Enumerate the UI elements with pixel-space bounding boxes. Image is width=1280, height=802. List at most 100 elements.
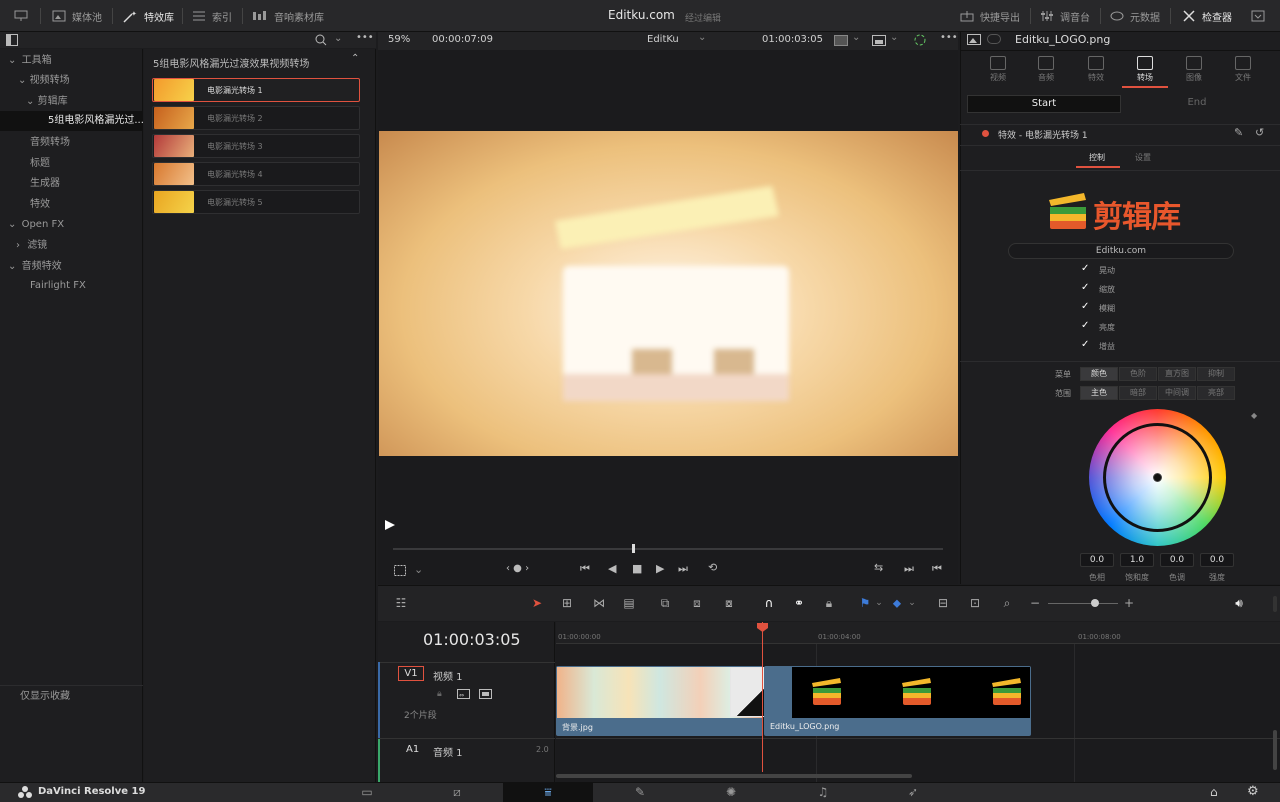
a1-track-tag[interactable]: A1 — [406, 744, 419, 755]
page-media-icon[interactable]: ▭ — [322, 782, 412, 802]
end-button[interactable]: End — [1122, 95, 1272, 113]
metadata-button[interactable]: 元数据 — [1110, 0, 1160, 32]
output-icon[interactable] — [872, 35, 886, 46]
segment-option[interactable]: 颜色 — [1080, 367, 1118, 381]
media-pool-button[interactable]: 媒体池 — [52, 0, 102, 32]
tree-selected-pack[interactable]: 5组电影风格漏光过... — [0, 111, 143, 131]
track-visibility-icon[interactable] — [479, 689, 492, 699]
zoom-slider[interactable] — [1048, 603, 1118, 604]
lock-icon[interactable]: 🔒︎ — [820, 596, 838, 610]
tree-audio-transitions[interactable]: 音频转场 — [0, 133, 143, 153]
tree-toolbox[interactable]: ⌄ 工具箱 — [0, 51, 143, 71]
wheel-handle[interactable] — [1153, 473, 1162, 482]
checkbox[interactable]: ✓ — [1081, 264, 1091, 274]
wheel-value-field[interactable]: 1.0 — [1120, 553, 1154, 567]
tree-effects[interactable]: 特效 — [0, 195, 143, 215]
tree-open-fx[interactable]: ⌄ Open FX — [0, 215, 143, 235]
reset-icon[interactable]: ↺ — [1255, 126, 1264, 139]
horizontal-scrollbar[interactable] — [556, 774, 912, 778]
timeline-name[interactable]: EditKu — [647, 34, 679, 45]
prev-edit-icon[interactable]: ⏮ — [932, 562, 942, 576]
play-marker-icon[interactable] — [385, 520, 395, 530]
quick-export-button[interactable]: 快捷导出 — [960, 0, 1020, 32]
zoom-custom-icon[interactable]: ⌕ — [998, 596, 1016, 610]
zoom-full-icon[interactable]: ⊟ — [934, 596, 952, 610]
effect-enable-dot[interactable] — [982, 130, 989, 137]
overwrite-clip-icon[interactable]: ⧈ — [688, 596, 706, 610]
page-color-icon[interactable]: ✺ — [686, 782, 776, 802]
tree-fairlight-fx[interactable]: Fairlight FX — [0, 276, 143, 296]
scrubber-track[interactable] — [393, 548, 943, 550]
panel-toggle-icon[interactable] — [6, 34, 18, 46]
zoom-detail-icon[interactable]: ⊡ — [966, 596, 984, 610]
tree-clip-library[interactable]: ⌄ 剪辑库 — [0, 92, 143, 112]
checkbox[interactable]: ✓ — [1081, 302, 1091, 312]
segment-option[interactable]: 直方图 — [1158, 367, 1196, 381]
next-edit-icon[interactable]: ⏭ — [904, 562, 914, 576]
stop-icon[interactable]: ■ — [632, 562, 642, 575]
speaker-icon[interactable]: 🔊︎ — [1230, 596, 1248, 610]
scrubber-handle[interactable] — [632, 544, 635, 553]
tab-settings[interactable]: 设置 — [1135, 152, 1151, 163]
inspector-tab[interactable]: 图像 — [1179, 56, 1209, 83]
crop-icon[interactable] — [394, 565, 406, 576]
tree-filters[interactable]: › 滤镜 — [0, 236, 143, 256]
selection-tool-icon[interactable]: ➤ — [528, 596, 546, 610]
expand-icon[interactable] — [1251, 0, 1265, 32]
effect-item[interactable]: 电影漏光转场 1 — [152, 78, 360, 102]
replace-clip-icon[interactable]: ⧇ — [720, 596, 738, 610]
zoom-in-icon[interactable]: + — [1120, 596, 1138, 610]
mixer-button[interactable]: 调音台 — [1040, 0, 1090, 32]
viewer-mode-icon[interactable] — [834, 35, 848, 46]
effect-item[interactable]: 电影漏光转场 5 — [152, 190, 360, 214]
zoom-slider-handle[interactable] — [1091, 599, 1099, 607]
inspector-button[interactable]: 检查器 — [1182, 0, 1232, 32]
vertical-scrollbar[interactable] — [1273, 730, 1277, 770]
segment-option[interactable]: 抑制 — [1197, 367, 1235, 381]
inspector-tab[interactable]: 文件 — [1228, 56, 1258, 83]
page-edit-icon[interactable]: ⩸ — [503, 782, 593, 802]
segment-option[interactable]: 主色 — [1080, 386, 1118, 400]
color-overlay-icon[interactable] — [914, 34, 926, 46]
segment-option[interactable]: 亮部 — [1197, 386, 1235, 400]
effect-item[interactable]: 电影漏光转场 3 — [152, 134, 360, 158]
tab-control[interactable]: 控制 — [1089, 152, 1105, 163]
lock-track-icon[interactable]: 🔒︎ — [437, 689, 442, 699]
home-icon[interactable]: ⌂ — [1210, 785, 1218, 799]
jog-control[interactable]: ‹ ● › — [506, 563, 529, 574]
more-options-icon[interactable]: ••• — [356, 32, 374, 43]
effects-library-button[interactable]: ✦ 特效库 — [122, 0, 174, 32]
trim-tool-icon[interactable]: ⊞ — [558, 596, 576, 610]
segment-option[interactable]: 暗部 — [1119, 386, 1157, 400]
magic-wand-icon[interactable]: ✎ — [1234, 126, 1243, 139]
page-fairlight-icon[interactable]: ♫ — [778, 782, 868, 802]
checkbox[interactable]: ✓ — [1081, 283, 1091, 293]
checkbox[interactable]: ✓ — [1081, 340, 1091, 350]
inspector-tab[interactable]: 特效 — [1081, 56, 1111, 83]
insert-clip-icon[interactable]: ⧉ — [656, 596, 674, 610]
timeline-ruler[interactable] — [556, 622, 1280, 644]
v1-track-tag[interactable]: V1 — [398, 666, 424, 681]
link-icon[interactable]: ⚭ — [790, 596, 808, 610]
inspector-tab[interactable]: 音频 — [1031, 56, 1061, 83]
tree-audio-fx[interactable]: ⌄ 音频特效 — [0, 257, 143, 277]
effect-item[interactable]: 电影漏光转场 4 — [152, 162, 360, 186]
snapping-icon[interactable]: ∩ — [760, 596, 778, 610]
diamond-icon[interactable]: ◆ — [1251, 411, 1257, 420]
blade-tool-icon[interactable]: ▤ — [620, 596, 638, 610]
dynamic-trim-icon[interactable]: ⋈ — [590, 596, 608, 610]
search-icon[interactable] — [315, 34, 327, 46]
page-cut-icon[interactable]: ⧄ — [412, 782, 502, 802]
timeline-options-icon[interactable]: ☷ — [392, 596, 410, 610]
go-to-start-icon[interactable]: ⏮ — [580, 562, 590, 576]
wheel-value-field[interactable]: 0.0 — [1080, 553, 1114, 567]
favorites-label[interactable]: 仅显示收藏 — [0, 687, 143, 707]
reverse-play-icon[interactable]: ◀ — [608, 562, 616, 575]
zoom-level[interactable]: 59% — [388, 34, 410, 45]
settings-icon[interactable]: ⚙ — [1247, 784, 1259, 799]
workspace-icon[interactable] — [14, 0, 28, 32]
effect-item[interactable]: 电影漏光转场 2 — [152, 106, 360, 130]
go-to-end-icon[interactable]: ⏭ — [678, 562, 688, 576]
chevron-down-icon[interactable]: ⌄ — [334, 33, 342, 44]
match-frame-icon[interactable]: ⇆ — [874, 561, 883, 574]
